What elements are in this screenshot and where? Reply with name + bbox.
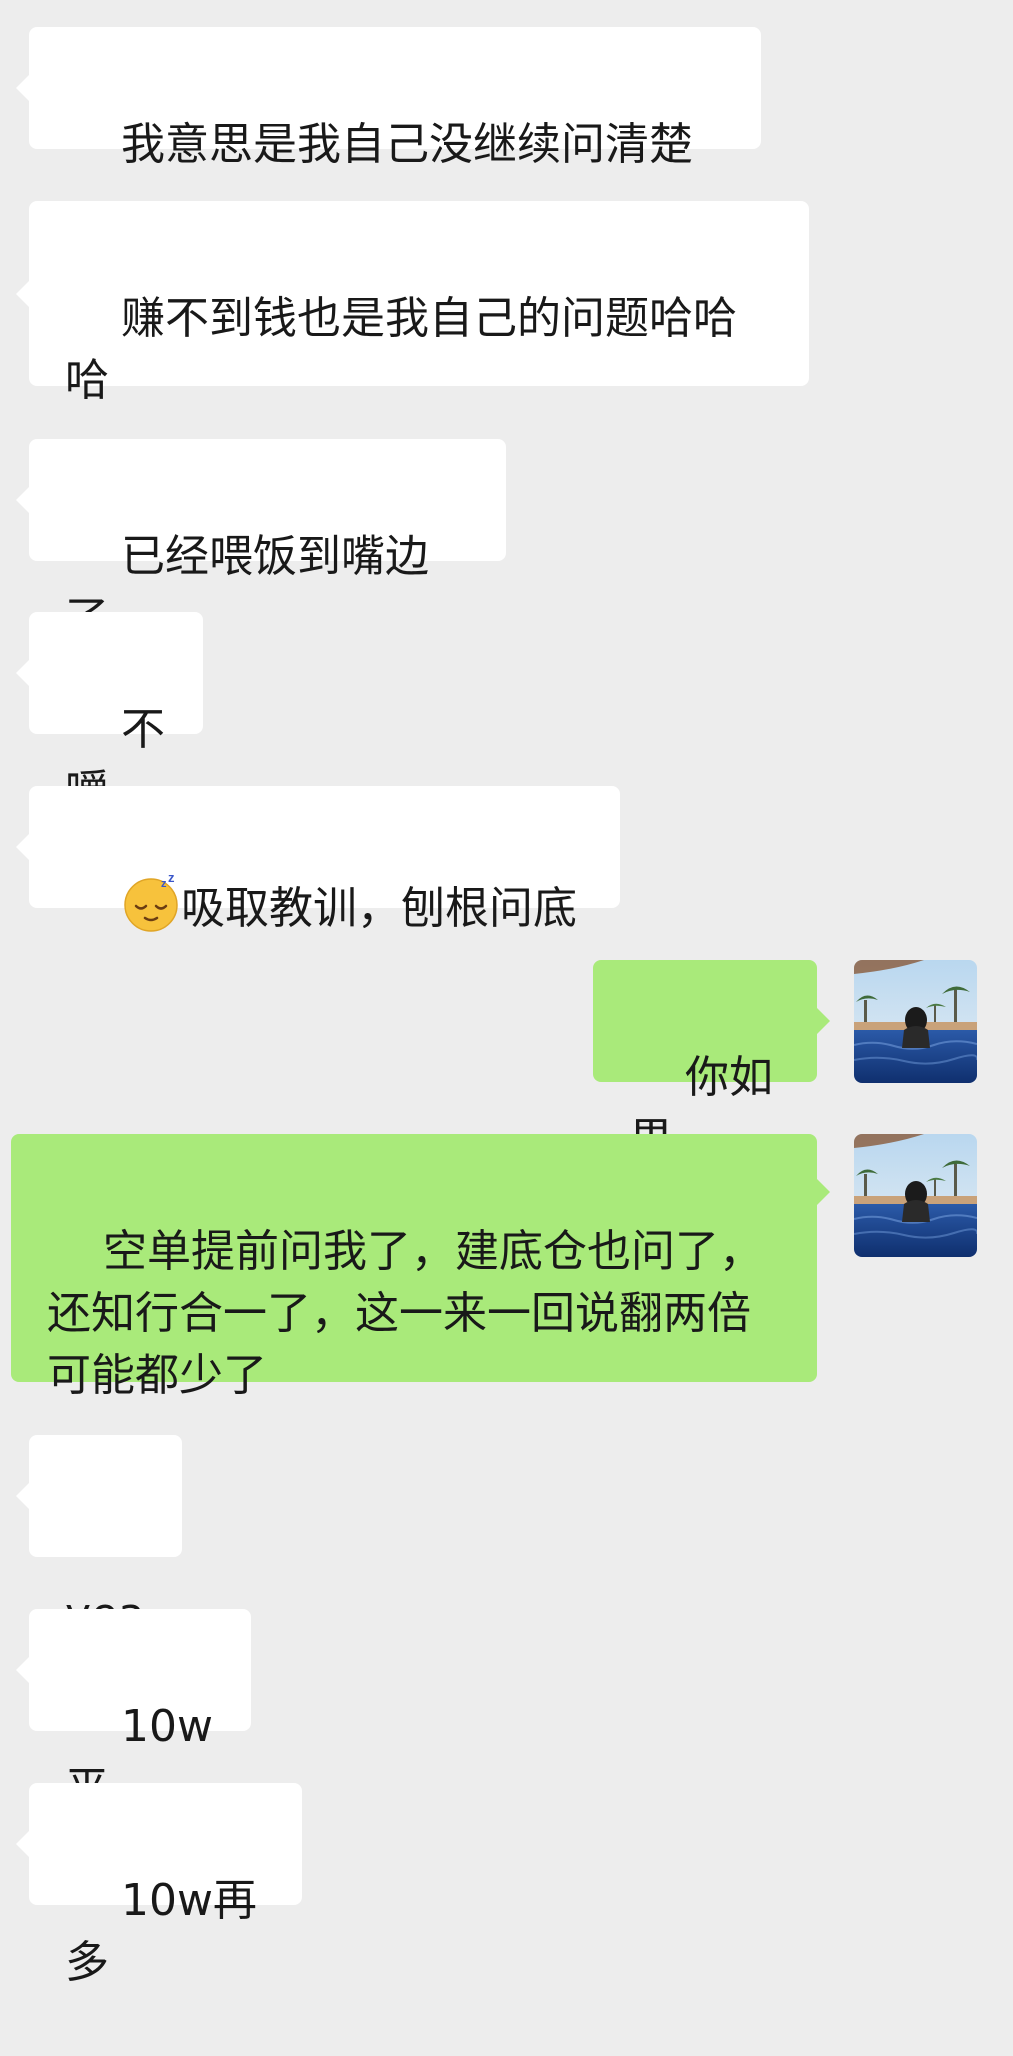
message-bubble-incoming[interactable]: 10w平	[16, 1609, 251, 1814]
message-bubble-outgoing[interactable]: 你如果	[593, 960, 830, 1165]
message-bubble-outgoing[interactable]: 空单提前问我了，建底仓也问了，还知行合一了，这一来一回说翻两倍可能都少了	[11, 1134, 830, 1401]
message-text: 10w再多	[65, 1875, 257, 1988]
user-avatar[interactable]	[854, 960, 977, 1083]
message-text: 我意思是我自己没继续问清楚	[120, 119, 693, 170]
message-bubble-incoming[interactable]: 赚不到钱也是我自己的问题哈哈哈	[16, 201, 809, 406]
message-bubble-incoming[interactable]: 已经喂饭到嘴边了	[16, 439, 506, 644]
user-avatar-icon	[854, 1134, 977, 1257]
message-text: 赚不到钱也是我自己的问题哈哈哈	[65, 293, 737, 406]
message-text: 吸取教训，刨根问底	[180, 883, 577, 934]
svg-text:z: z	[161, 878, 167, 890]
user-avatar[interactable]	[854, 1134, 977, 1257]
message-bubble-incoming[interactable]: z z 吸取教训，刨根问底	[16, 786, 620, 934]
message-bubble-incoming[interactable]: 不嚼	[16, 612, 203, 817]
sleeping-face-icon: z z	[124, 873, 178, 932]
message-text: 空单提前问我了，建底仓也问了，还知行合一了，这一来一回说翻两倍可能都少了	[47, 1226, 763, 1401]
user-avatar-icon	[854, 960, 977, 1083]
message-bubble-incoming[interactable]: yea	[16, 1435, 182, 1640]
svg-text:z: z	[168, 873, 175, 885]
message-bubble-incoming[interactable]: 10w再多	[16, 1783, 302, 1988]
message-bubble-incoming[interactable]: 我意思是我自己没继续问清楚	[16, 27, 761, 170]
